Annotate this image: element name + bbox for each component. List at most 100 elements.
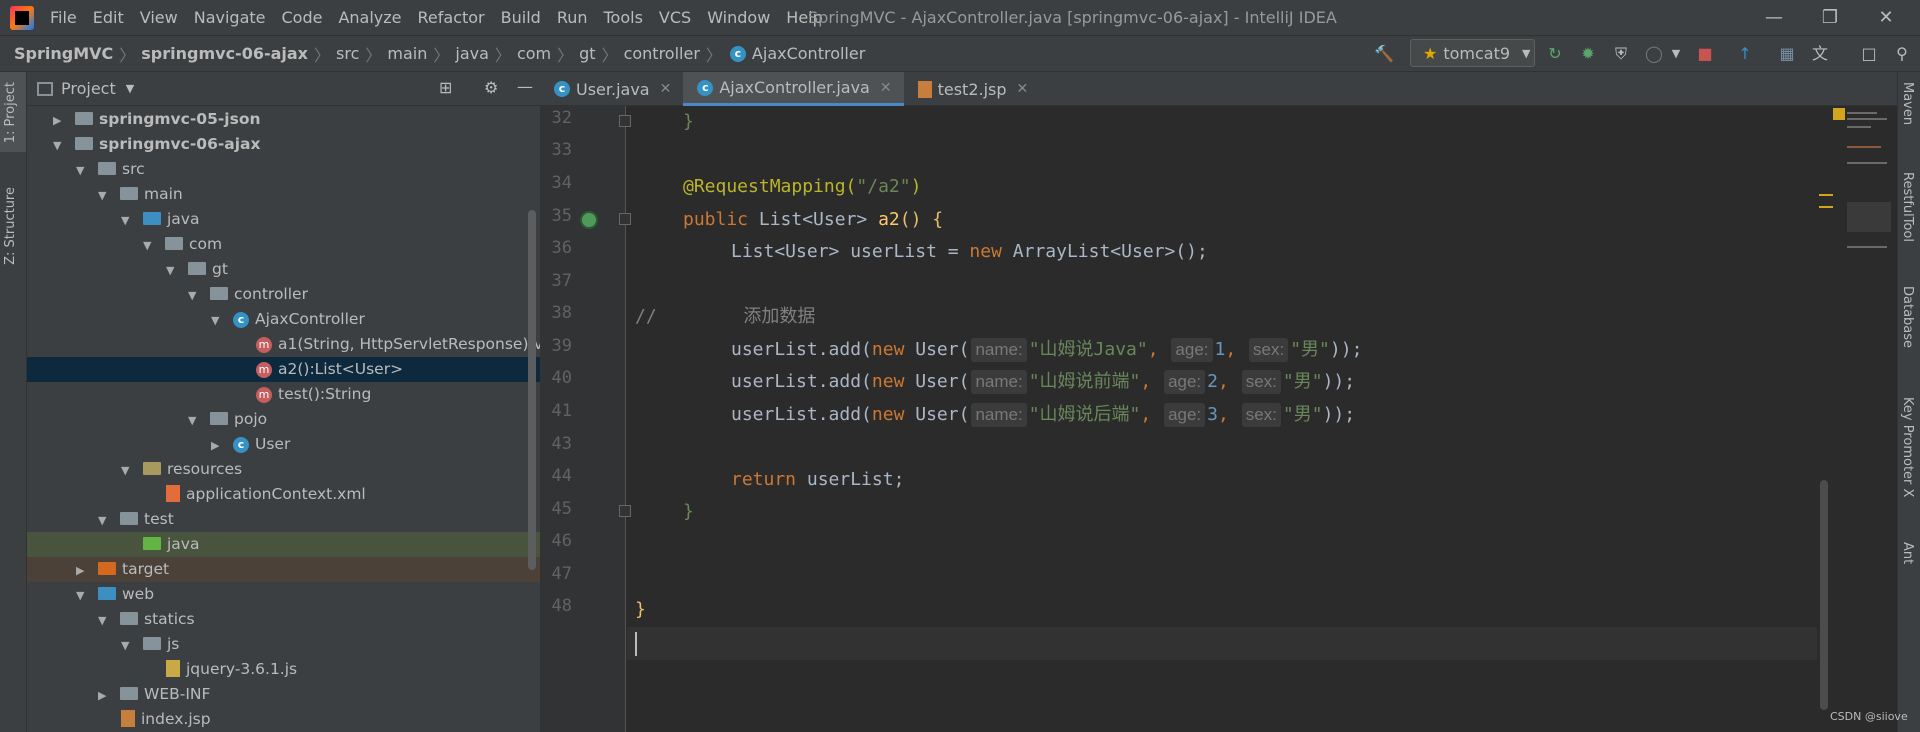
- build-hammer-icon[interactable]: 🔨: [1372, 42, 1396, 66]
- breadcrumb-main[interactable]: main: [381, 44, 427, 63]
- breadcrumb-project[interactable]: SpringMVC: [0, 44, 113, 63]
- editor-scrollbar[interactable]: [1820, 480, 1828, 710]
- menu-build[interactable]: Build: [493, 0, 549, 35]
- line-number: 35: [551, 206, 572, 226]
- menu-run[interactable]: Run: [549, 0, 596, 35]
- tree-item-target[interactable]: ▶ target: [27, 557, 540, 582]
- tree-item-controller[interactable]: ▼ controller: [27, 282, 540, 307]
- tree-item-resources[interactable]: ▼ resources: [27, 457, 540, 482]
- menu-refactor[interactable]: Refactor: [410, 0, 493, 35]
- code-line-34: @RequestMapping("/a2"): [683, 176, 922, 197]
- menu-edit[interactable]: Edit: [85, 0, 132, 35]
- breadcrumb-controller[interactable]: controller: [618, 44, 700, 63]
- tree-item-method-a2[interactable]: m a2():List<User>: [27, 357, 540, 382]
- line-number: 44: [551, 466, 572, 486]
- tree-item-web[interactable]: ▼ web: [27, 582, 540, 607]
- close-icon[interactable]: ✕: [660, 81, 672, 97]
- tree-item-method-a1[interactable]: m a1(String, HttpServletResponse):voi: [27, 332, 557, 357]
- breadcrumb-java[interactable]: java: [449, 44, 489, 63]
- debug-bug-icon[interactable]: ✹: [1576, 42, 1600, 66]
- menu-analyze[interactable]: Analyze: [330, 0, 409, 35]
- code-line-32: }: [683, 111, 694, 132]
- tree-item-test[interactable]: ▼ test: [27, 507, 540, 532]
- tree-item-com[interactable]: ▼ com: [27, 232, 540, 257]
- line-number: 32: [551, 108, 572, 128]
- tab-ajaxcontroller-java[interactable]: c AjaxController.java ✕: [683, 72, 904, 106]
- minimize-button[interactable]: —: [1746, 0, 1802, 35]
- breadcrumb-class[interactable]: AjaxController: [746, 44, 865, 63]
- tree-item-js[interactable]: ▼ js: [27, 632, 540, 657]
- code-editor[interactable]: } @RequestMapping("/a2") public List<Use…: [627, 106, 1817, 732]
- stop-icon[interactable]: ■: [1693, 42, 1717, 66]
- tree-item-method-test[interactable]: m test():String: [27, 382, 540, 407]
- tree-item-applicationcontext-xml[interactable]: applicationContext.xml: [27, 482, 540, 507]
- project-panel-scrollbar[interactable]: [528, 210, 536, 570]
- coverage-icon[interactable]: ⛨: [1609, 42, 1633, 66]
- tree-item-statics[interactable]: ▼ statics: [27, 607, 540, 632]
- minimap[interactable]: [1819, 106, 1895, 286]
- tree-item-src[interactable]: ▼ src: [27, 157, 540, 182]
- line-number: 33: [551, 140, 572, 160]
- tree-item-test-java[interactable]: java: [27, 532, 540, 557]
- close-icon[interactable]: ✕: [880, 80, 892, 96]
- profile-icon[interactable]: ◯: [1642, 42, 1666, 66]
- collapse-all-icon[interactable]: ⊞: [439, 78, 452, 97]
- menu-file[interactable]: File: [42, 0, 85, 35]
- tree-item-springmvc-05-json[interactable]: ▶ springmvc-05-json: [27, 107, 540, 132]
- tab-database[interactable]: Database: [1900, 286, 1915, 348]
- tab-test2-jsp[interactable]: test2.jsp ✕: [904, 72, 1041, 106]
- tree-item-user[interactable]: ▶ c User: [27, 432, 540, 457]
- tomcat-icon: ★: [1423, 43, 1438, 63]
- param-hint-age: age:: [1164, 370, 1206, 394]
- menu-window[interactable]: Window: [699, 0, 778, 35]
- breadcrumb-com[interactable]: com: [511, 44, 551, 63]
- web-mapping-gutter-icon[interactable]: [580, 211, 598, 229]
- param-hint-name: name:: [971, 338, 1027, 362]
- menu-tools[interactable]: Tools: [596, 0, 651, 35]
- rerun-icon[interactable]: ↻: [1543, 42, 1567, 66]
- chevron-down-icon[interactable]: ▼: [126, 82, 134, 95]
- close-window-button[interactable]: ✕: [1858, 0, 1914, 35]
- gear-icon[interactable]: ⚙: [484, 78, 498, 97]
- run-configuration-select[interactable]: ★ tomcat9 ▼: [1410, 39, 1535, 67]
- translate-icon[interactable]: 文: [1808, 42, 1832, 66]
- breadcrumb-src[interactable]: src: [330, 44, 359, 63]
- tab-structure[interactable]: Z: Structure: [3, 187, 18, 265]
- tab-maven[interactable]: Maven: [1900, 82, 1915, 125]
- tab-user-java[interactable]: c User.java ✕: [540, 72, 683, 106]
- line-number: 37: [551, 271, 572, 291]
- maximize-button[interactable]: ❐: [1802, 0, 1858, 35]
- tree-item-web-inf[interactable]: ▶ WEB-INF: [27, 682, 540, 707]
- tree-item-pojo[interactable]: ▼ pojo: [27, 407, 540, 432]
- search-icon[interactable]: ⚲: [1890, 42, 1914, 66]
- tree-item-main[interactable]: ▼ main: [27, 182, 540, 207]
- menu-vcs[interactable]: VCS: [651, 0, 699, 35]
- tab-project[interactable]: 1: Project: [3, 82, 18, 143]
- tree-item-springmvc-06-ajax[interactable]: ▼ springmvc-06-ajax: [27, 132, 540, 157]
- tree-item-java[interactable]: ▼ java: [27, 207, 540, 232]
- menu-code[interactable]: Code: [274, 0, 331, 35]
- breadcrumb-module[interactable]: springmvc-06-ajax: [135, 44, 308, 63]
- tree-item-ajaxcontroller[interactable]: ▼ c AjaxController: [27, 307, 540, 332]
- update-icon[interactable]: ↑: [1733, 42, 1757, 66]
- tree-item-index-jsp[interactable]: index.jsp: [27, 707, 540, 732]
- close-icon[interactable]: ✕: [1017, 81, 1029, 97]
- menu-view[interactable]: View: [132, 0, 186, 35]
- project-structure-icon[interactable]: ▦: [1775, 42, 1799, 66]
- code-line-39: userList.add(new User(name: "山姆说Java", ag…: [731, 338, 1363, 362]
- tree-item-gt[interactable]: ▼ gt: [27, 257, 540, 282]
- line-number: 46: [551, 531, 572, 551]
- code-line-43: return userList;: [731, 469, 905, 490]
- project-panel-title[interactable]: Project: [61, 79, 116, 98]
- tree-item-jquery-js[interactable]: jquery-3.6.1.js: [27, 657, 540, 682]
- class-icon: c: [697, 79, 714, 96]
- chevron-down-icon[interactable]: ▼: [1664, 42, 1688, 66]
- tab-restfultool[interactable]: RestfulTool: [1900, 172, 1915, 242]
- menu-navigate[interactable]: Navigate: [186, 0, 274, 35]
- breadcrumb-gt[interactable]: gt: [573, 44, 595, 63]
- hide-panel-icon[interactable]: —: [517, 77, 533, 96]
- param-hint-sex: sex:: [1241, 370, 1281, 394]
- presentation-icon[interactable]: □: [1857, 42, 1881, 66]
- tab-ant[interactable]: Ant: [1900, 542, 1915, 564]
- tab-key-promoter-x[interactable]: Key Promoter X: [1900, 397, 1915, 497]
